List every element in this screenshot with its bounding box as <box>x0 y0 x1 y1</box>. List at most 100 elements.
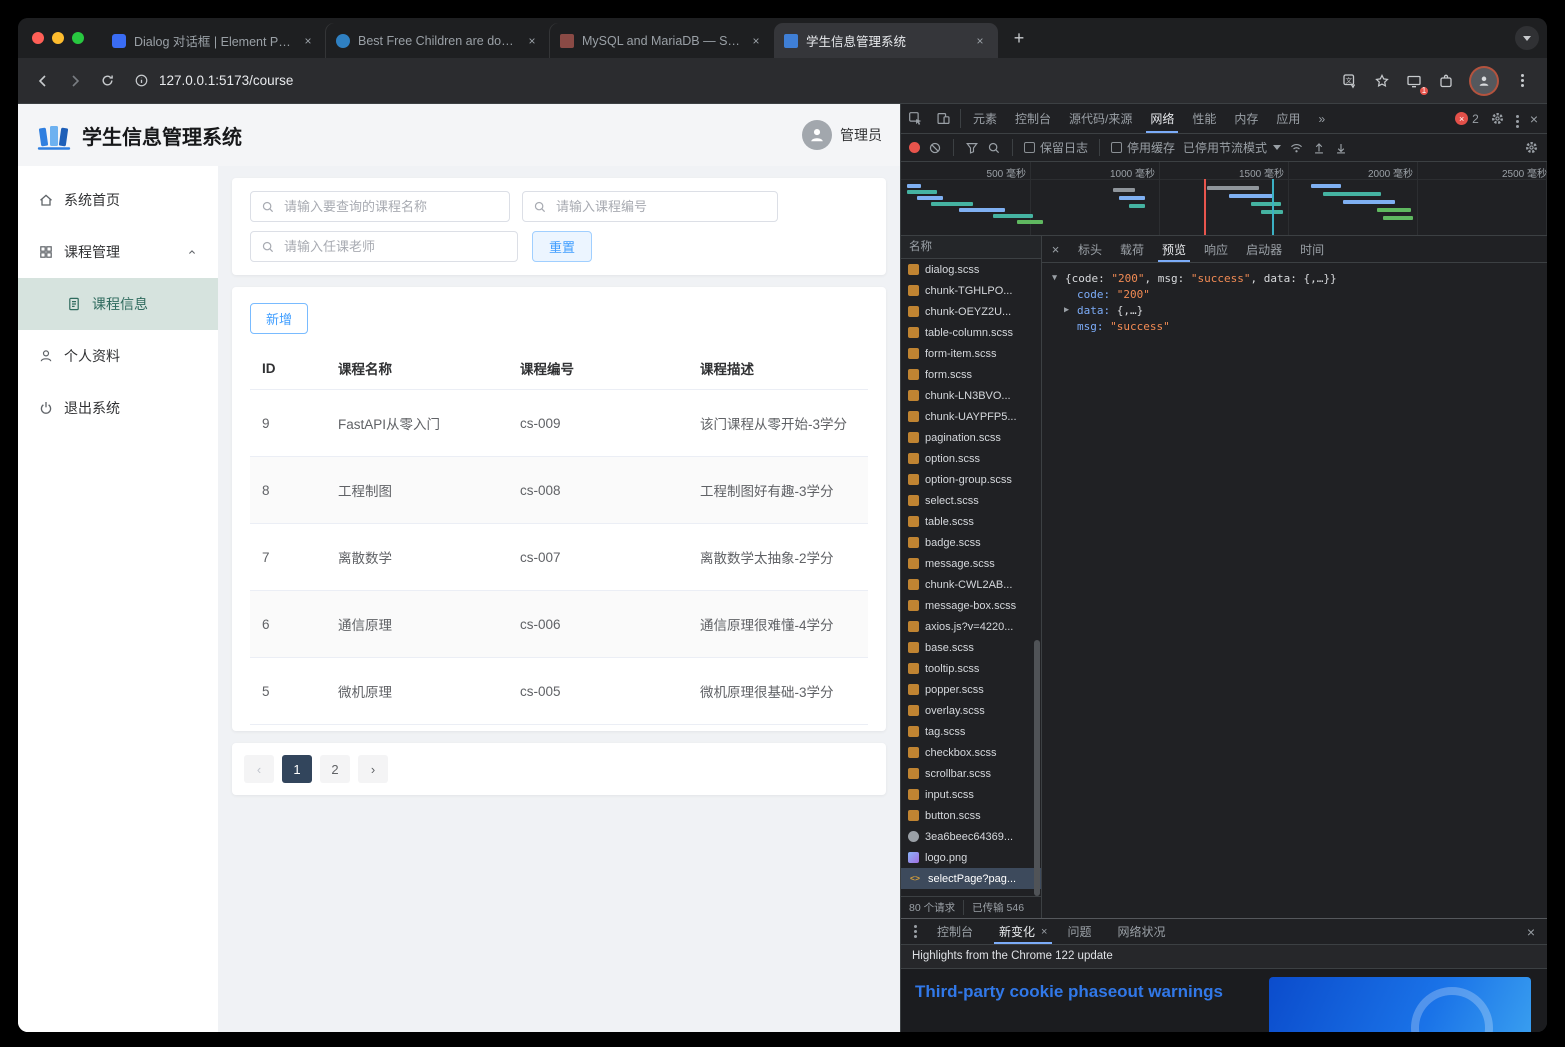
bookmark-star-icon[interactable] <box>1367 66 1397 96</box>
request-row[interactable]: axios.js?v=4220... <box>901 616 1041 637</box>
request-row[interactable]: 3ea6beec64369... <box>901 826 1041 847</box>
request-row[interactable]: popper.scss <box>901 679 1041 700</box>
details-tab[interactable]: 预览 <box>1153 236 1195 262</box>
drawer-tab[interactable]: 控制台 <box>927 919 989 944</box>
devtools-menu-kebab-icon[interactable] <box>1515 112 1519 126</box>
request-row[interactable]: form.scss <box>901 364 1041 385</box>
drawer-tab[interactable]: 网络状况 <box>1107 919 1181 944</box>
throttling-select[interactable]: 已停用节流模式 <box>1183 139 1282 156</box>
browser-tab[interactable]: 学生信息管理系统 × <box>774 23 998 58</box>
preserve-log-checkbox[interactable]: 保留日志 <box>1024 139 1088 156</box>
export-har-icon[interactable] <box>1334 141 1348 155</box>
table-row[interactable]: 6 通信原理 cs-006 通信原理很难懂-4学分 <box>250 590 868 658</box>
whats-new-headline[interactable]: Third-party cookie phaseout warnings <box>915 982 1223 1002</box>
drawer-tab-close-icon[interactable]: × <box>1041 926 1047 938</box>
address-bar[interactable]: 127.0.0.1:5173/course <box>124 73 1333 88</box>
drawer-close-icon[interactable]: × <box>1517 919 1545 944</box>
profile-avatar[interactable] <box>1471 67 1497 94</box>
details-tab[interactable]: 响应 <box>1195 236 1237 262</box>
devtools-tab[interactable]: 元素 <box>964 104 1006 133</box>
json-msg-line[interactable]: msg: "success" <box>1052 318 1547 334</box>
drawer-tab[interactable]: 新变化 × <box>989 919 1057 944</box>
drawer-tab[interactable]: 问题 <box>1057 919 1107 944</box>
screen-capture-icon[interactable]: 1 <box>1399 66 1430 97</box>
request-row[interactable]: selectPage?pag... <box>901 868 1041 889</box>
table-row[interactable]: 9 FastAPI从零入门 cs-009 该门课程从零开始-3学分 <box>250 389 868 457</box>
scrollbar-thumb[interactable] <box>1034 640 1040 896</box>
request-row[interactable]: button.scss <box>901 805 1041 826</box>
devtools-tab[interactable]: 应用 <box>1267 104 1309 133</box>
request-row[interactable]: message-box.scss <box>901 595 1041 616</box>
tab-close-icon[interactable]: × <box>300 33 316 49</box>
sidebar-item-course-info[interactable]: 课程信息 <box>18 278 218 330</box>
request-row[interactable]: input.scss <box>901 784 1041 805</box>
table-row[interactable]: 7 离散数学 cs-007 离散数学太抽象-2学分 <box>250 523 868 591</box>
json-code-line[interactable]: code: "200" <box>1052 286 1547 302</box>
inspect-element-icon[interactable] <box>901 104 929 133</box>
back-button[interactable] <box>28 66 58 96</box>
zoom-window-button[interactable] <box>72 32 84 44</box>
requests-name-header[interactable]: 名称 <box>901 236 1041 259</box>
caret-expanded-icon[interactable]: ▼ <box>1052 273 1065 283</box>
network-overview-timeline[interactable]: 500 毫秒 1000 毫秒 1500 毫秒 2000 毫秒 2500 毫秒 <box>901 162 1547 236</box>
request-row[interactable]: form-item.scss <box>901 343 1041 364</box>
translate-icon[interactable]: 文 <box>1335 66 1365 96</box>
details-tab[interactable]: 载荷 <box>1111 236 1153 262</box>
details-tab[interactable]: 启动器 <box>1237 236 1291 262</box>
device-toolbar-icon[interactable] <box>929 104 957 133</box>
import-har-icon[interactable] <box>1312 141 1326 155</box>
json-root-line[interactable]: ▼ {code: "200", msg: "success", data: {,… <box>1052 270 1547 286</box>
error-count-badge[interactable]: 2 <box>1455 112 1479 126</box>
devtools-tab[interactable]: 控制台 <box>1006 104 1060 133</box>
devtools-settings-gear-icon[interactable] <box>1490 111 1505 126</box>
search-network-icon[interactable] <box>987 141 1001 155</box>
request-row[interactable]: chunk-TGHLPO... <box>901 280 1041 301</box>
url-text[interactable]: 127.0.0.1:5173/course <box>159 73 293 88</box>
table-row[interactable]: 5 微机原理 cs-005 微机原理很基础-3学分 <box>250 657 868 725</box>
next-page-button[interactable]: › <box>358 755 388 783</box>
page-number-button[interactable]: 1 <box>282 755 312 783</box>
user-area[interactable]: 管理员 <box>802 120 882 150</box>
disable-cache-checkbox[interactable]: 停用缓存 <box>1111 139 1175 156</box>
sidebar-item-profile[interactable]: 个人资料 <box>18 330 218 382</box>
devtools-tab[interactable]: 源代码/来源 <box>1060 104 1141 133</box>
devtools-tab[interactable]: 性能 <box>1183 104 1225 133</box>
tab-close-icon[interactable]: × <box>748 33 764 49</box>
add-course-button[interactable]: 新增 <box>250 303 309 334</box>
forward-button[interactable] <box>60 66 90 96</box>
new-tab-button[interactable]: + <box>1006 25 1032 51</box>
request-row[interactable]: chunk-UAYPFP5... <box>901 406 1041 427</box>
request-row[interactable]: tag.scss <box>901 721 1041 742</box>
devtools-tab[interactable]: 网络 <box>1141 104 1183 133</box>
browser-menu-kebab-icon[interactable] <box>1507 66 1537 96</box>
teacher-input[interactable] <box>250 231 518 262</box>
reload-button[interactable] <box>92 66 122 96</box>
request-row[interactable]: scrollbar.scss <box>901 763 1041 784</box>
request-row[interactable]: tooltip.scss <box>901 658 1041 679</box>
network-conditions-icon[interactable] <box>1289 140 1304 155</box>
json-data-line[interactable]: ▶ data: {,…} <box>1052 302 1547 318</box>
reset-button[interactable]: 重置 <box>532 231 593 262</box>
details-tab[interactable]: 标头 <box>1069 236 1111 262</box>
sidebar-item-course-management[interactable]: 课程管理 <box>18 226 218 278</box>
devtools-tab[interactable]: 内存 <box>1225 104 1267 133</box>
request-row[interactable]: chunk-LN3BVO... <box>901 385 1041 406</box>
table-row[interactable]: 8 工程制图 cs-008 工程制图好有趣-3学分 <box>250 456 868 524</box>
tab-close-icon[interactable]: × <box>524 33 540 49</box>
request-row[interactable]: table-column.scss <box>901 322 1041 343</box>
request-row[interactable]: table.scss <box>901 511 1041 532</box>
request-row[interactable]: base.scss <box>901 637 1041 658</box>
prev-page-button[interactable]: ‹ <box>244 755 274 783</box>
sidebar-item-logout[interactable]: 退出系统 <box>18 382 218 434</box>
filter-funnel-icon[interactable] <box>965 141 979 155</box>
request-row[interactable]: pagination.scss <box>901 427 1041 448</box>
close-details-icon[interactable]: × <box>1042 236 1069 262</box>
browser-tab[interactable]: MySQL and MariaDB — SQLA × <box>550 23 774 58</box>
extensions-puzzle-icon[interactable] <box>1431 66 1461 96</box>
browser-tab[interactable]: Best Free Children are doing × <box>326 23 550 58</box>
page-number-button[interactable]: 2 <box>320 755 350 783</box>
caret-collapsed-icon[interactable]: ▶ <box>1064 305 1077 315</box>
request-row[interactable]: option.scss <box>901 448 1041 469</box>
course-code-input[interactable] <box>522 191 778 222</box>
details-tab[interactable]: 时间 <box>1291 236 1333 262</box>
